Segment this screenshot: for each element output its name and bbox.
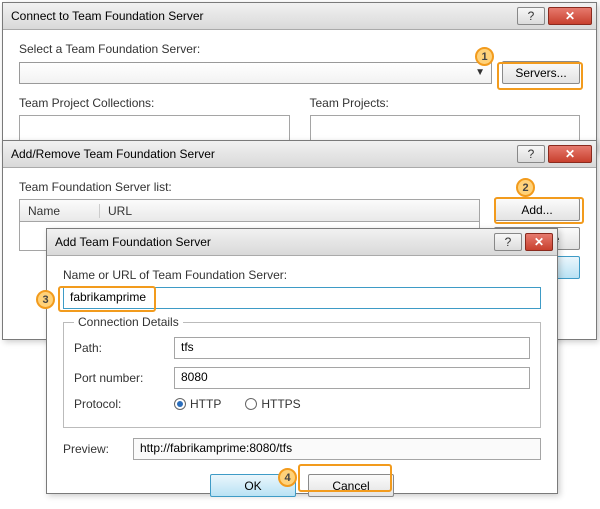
help-button[interactable]: ? <box>494 233 522 251</box>
add-tfs-dialog: Add Team Foundation Server ? ✕ Name or U… <box>46 228 558 494</box>
help-button[interactable]: ? <box>517 145 545 163</box>
add-button[interactable]: Add... <box>494 198 580 221</box>
cancel-button[interactable]: Cancel <box>308 474 394 497</box>
col-name[interactable]: Name <box>20 204 100 218</box>
callout-3: 3 <box>36 290 55 309</box>
help-button[interactable]: ? <box>517 7 545 25</box>
close-button[interactable]: ✕ <box>548 7 592 25</box>
close-button[interactable]: ✕ <box>525 233 553 251</box>
callout-2: 2 <box>516 178 535 197</box>
server-name-input[interactable]: fabrikamprime <box>63 287 541 309</box>
protocol-label: Protocol: <box>74 397 164 411</box>
servers-button[interactable]: Servers... <box>502 61 580 84</box>
radio-icon <box>174 398 186 410</box>
dialog-title: Add Team Foundation Server <box>55 235 494 249</box>
connection-details-legend: Connection Details <box>74 315 183 329</box>
dialog-title: Connect to Team Foundation Server <box>11 9 517 23</box>
port-input[interactable]: 8080 <box>174 367 530 389</box>
tp-label: Team Projects: <box>310 96 581 110</box>
name-url-label: Name or URL of Team Foundation Server: <box>63 268 541 282</box>
server-table-header: Name URL <box>19 199 480 221</box>
connect-tfs-dialog: Connect to Team Foundation Server ? ✕ Se… <box>2 2 597 152</box>
close-button[interactable]: ✕ <box>548 145 592 163</box>
titlebar: Add/Remove Team Foundation Server ? ✕ <box>3 141 596 168</box>
radio-icon <box>245 398 257 410</box>
server-list-label: Team Foundation Server list: <box>19 180 480 194</box>
path-label: Path: <box>74 341 164 355</box>
col-url[interactable]: URL <box>100 204 479 218</box>
connection-details-group: Connection Details Path: tfs Port number… <box>63 315 541 428</box>
callout-1: 1 <box>475 47 494 66</box>
dialog-title: Add/Remove Team Foundation Server <box>11 147 517 161</box>
protocol-http-radio[interactable]: HTTP <box>174 397 221 411</box>
titlebar: Connect to Team Foundation Server ? ✕ <box>3 3 596 30</box>
server-combobox[interactable]: ▼ <box>19 62 492 84</box>
preview-label: Preview: <box>63 442 123 456</box>
tpc-label: Team Project Collections: <box>19 96 290 110</box>
select-server-label: Select a Team Foundation Server: <box>19 42 580 56</box>
preview-field: http://fabrikamprime:8080/tfs <box>133 438 541 460</box>
callout-4: 4 <box>278 468 297 487</box>
protocol-https-radio[interactable]: HTTPS <box>245 397 300 411</box>
port-label: Port number: <box>74 371 164 385</box>
chevron-down-icon: ▼ <box>475 67 485 78</box>
titlebar: Add Team Foundation Server ? ✕ <box>47 229 557 256</box>
path-input[interactable]: tfs <box>174 337 530 359</box>
